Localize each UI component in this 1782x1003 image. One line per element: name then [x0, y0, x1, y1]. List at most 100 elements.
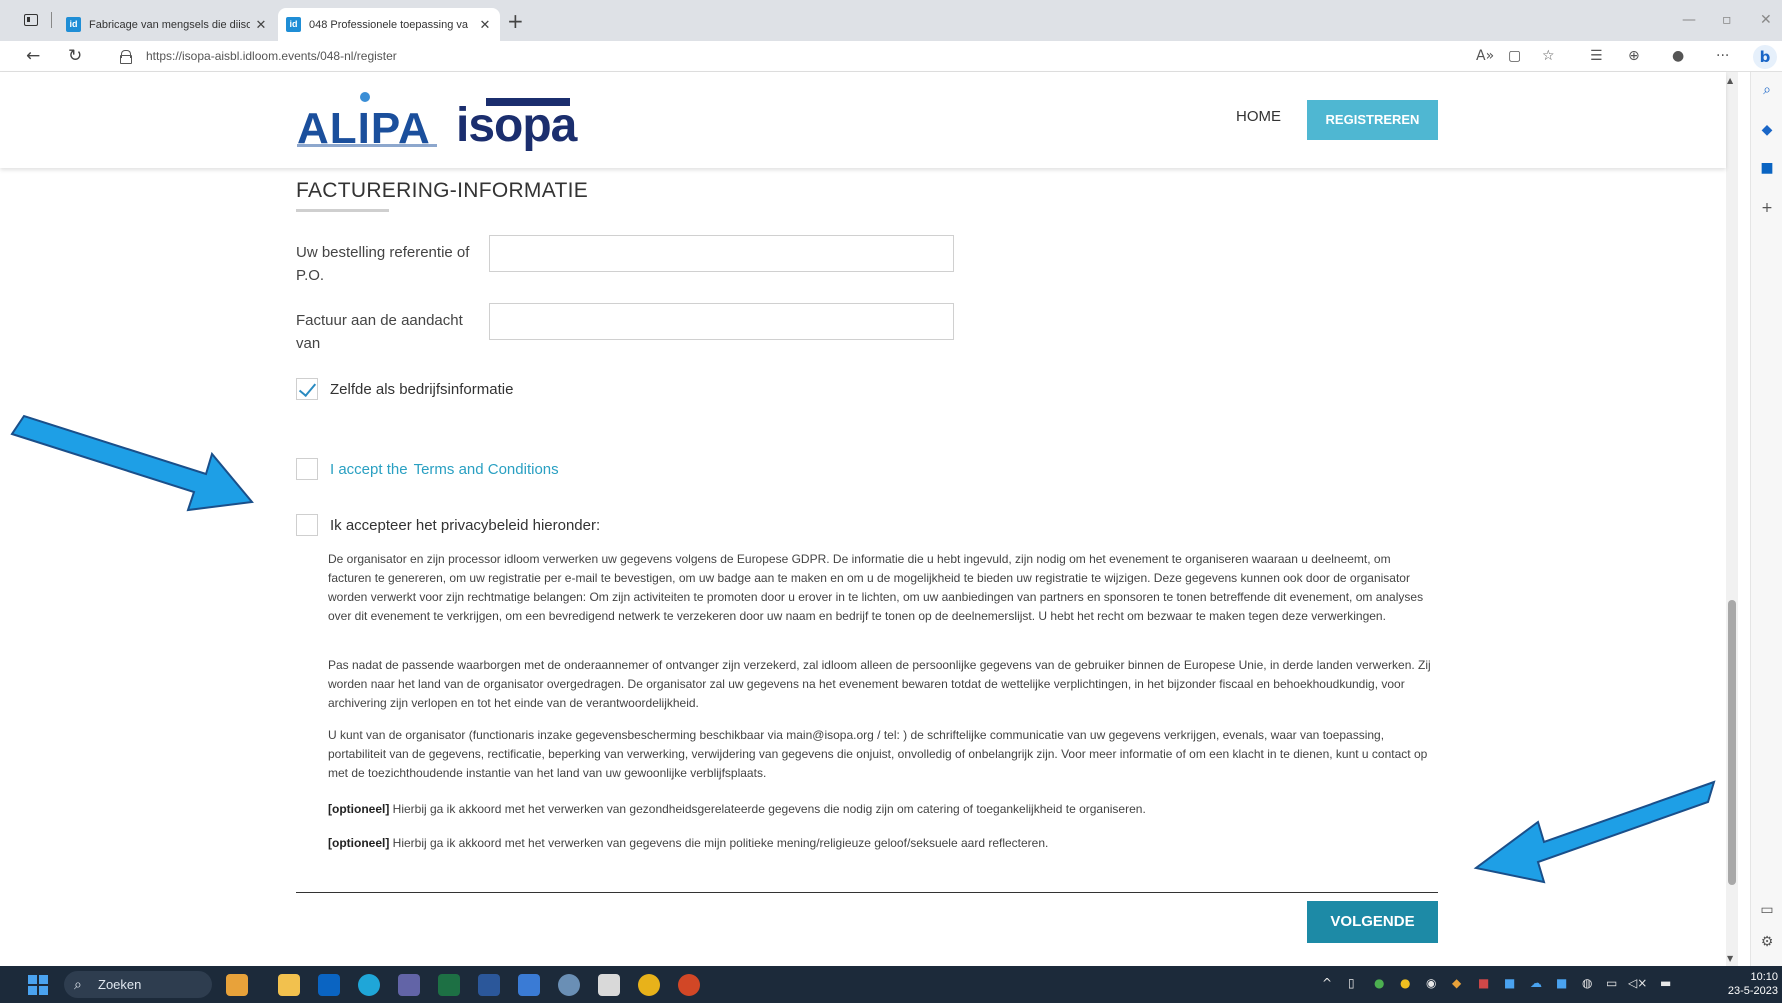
site-header: ALIPA isopa HOME REGISTREREN — [0, 72, 1726, 168]
order-reference-label: Uw bestelling referentie of P.O. — [296, 244, 470, 284]
same-as-company-row[interactable]: Zelfde als bedrijfsinformatie — [296, 378, 513, 400]
nav-register-button[interactable]: REGISTREREN — [1307, 100, 1438, 140]
privacy-paragraph-1: De organisator en zijn processor idloom … — [328, 552, 1424, 623]
app-icon[interactable] — [558, 974, 580, 996]
terms-link[interactable]: Terms and Conditions — [414, 461, 559, 478]
scroll-up-arrow-icon[interactable]: ▲ — [1727, 76, 1733, 85]
discover-icon[interactable]: ◆ — [1751, 122, 1782, 138]
edge-sidebar: ⌕ ◆ ■ + ▭ ⚙ — [1750, 72, 1782, 966]
annotation-arrow-right — [1473, 780, 1716, 884]
bing-chat-icon[interactable]: b — [1753, 45, 1777, 69]
refresh-icon[interactable]: ↻ — [68, 46, 82, 66]
tray-app-icon[interactable]: ■ — [1478, 976, 1489, 990]
form-divider — [296, 892, 1438, 893]
order-reference-input[interactable] — [489, 235, 954, 272]
taskbar-search-placeholder: Zoeken — [98, 977, 142, 992]
privacy-row[interactable]: Ik accepteer het privacybeleid hieronder… — [296, 514, 600, 536]
windows-start-icon[interactable] — [28, 975, 48, 995]
browser-tab-2-active[interactable]: id 048 Professionele toepassing va ✕ — [278, 8, 500, 41]
browser-tab-1[interactable]: id Fabricage van mengsels die diiso ✕ — [58, 8, 276, 41]
chrome-icon[interactable] — [638, 974, 660, 996]
outlook-icon[interactable]: ■ — [1751, 160, 1782, 176]
favorite-star-icon[interactable]: ☆ — [1542, 48, 1555, 64]
terms-prefix: I accept the — [330, 460, 408, 478]
clock-time: 10:10 — [1750, 971, 1778, 983]
same-as-company-checkbox[interactable] — [296, 378, 318, 400]
tray-app-icon[interactable]: ■ — [1504, 976, 1515, 990]
browser-tab-strip: id Fabricage van mengsels die diiso ✕ id… — [0, 0, 1782, 41]
pdf-reader-icon[interactable] — [598, 974, 620, 996]
invoice-attention-label: Factuur aan de aandacht van — [296, 312, 463, 352]
isopa-logo[interactable]: isopa — [456, 98, 577, 153]
settings-icon[interactable]: ⚙ — [1751, 934, 1782, 950]
favorites-icon[interactable]: ☰ — [1590, 48, 1603, 64]
same-as-company-label: Zelfde als bedrijfsinformatie — [330, 380, 514, 398]
word-icon[interactable] — [478, 974, 500, 996]
restore-icon[interactable]: ▫ — [1722, 12, 1732, 28]
registration-form: FACTURERING-INFORMATIE Uw bestelling ref… — [0, 168, 1726, 966]
battery-icon[interactable]: ▬ — [1660, 976, 1671, 990]
volume-icon[interactable]: ◁× — [1628, 976, 1647, 990]
close-window-icon[interactable]: ✕ — [1760, 12, 1772, 28]
tab-title: 048 Professionele toepassing va — [309, 18, 468, 31]
minimize-icon[interactable]: — — [1682, 12, 1696, 28]
powerpoint-icon[interactable] — [678, 974, 700, 996]
new-tab-icon[interactable]: + — [507, 9, 524, 33]
clock-date: 23-5-2023 — [1727, 985, 1778, 997]
privacy-checkbox[interactable] — [296, 514, 318, 536]
invoice-attention-input[interactable] — [489, 303, 954, 340]
system-clock[interactable]: 10:10 23-5-2023 — [1720, 970, 1778, 998]
tray-app-icon[interactable]: ● — [1400, 976, 1410, 990]
alipa-logo-dot — [360, 92, 370, 102]
teams-icon[interactable] — [398, 974, 420, 996]
optional-consent-health: [optioneel] Hierbij ga ik akkoord met he… — [328, 800, 1433, 819]
tab-actions-icon[interactable] — [24, 14, 38, 26]
tab-separator — [51, 12, 52, 28]
search-icon[interactable]: ⌕ — [1751, 82, 1782, 98]
section-title: FACTURERING-INFORMATIE — [296, 179, 589, 202]
read-aloud-icon[interactable]: A» — [1476, 48, 1494, 64]
tray-app-icon[interactable]: ◍ — [1582, 976, 1592, 990]
close-tab-icon[interactable]: ✕ — [254, 17, 268, 33]
taskbar-search[interactable]: ⌕ Zoeken — [64, 971, 212, 998]
optional-consent-political-text: Hierbij ga ik akkoord met het verwerken … — [389, 836, 1049, 850]
terms-checkbox[interactable] — [296, 458, 318, 480]
hide-sidebar-icon[interactable]: ▭ — [1751, 902, 1782, 918]
back-icon[interactable]: ← — [26, 46, 40, 66]
network-icon[interactable]: ▭ — [1606, 976, 1617, 990]
privacy-paragraph-3: U kunt van de organisator (functionaris … — [328, 728, 1428, 780]
optional-tag: [optioneel] — [328, 836, 390, 850]
tray-app-icon[interactable]: ◉ — [1426, 976, 1436, 990]
windows-taskbar: ⌕ Zoeken ^ ▯ ● ● ◉ ◆ ■ ■ ☁ ■ ◍ ▭ ◁× ▬ 10… — [0, 966, 1782, 1003]
onedrive-icon[interactable]: ☁ — [1530, 976, 1542, 990]
profile-icon[interactable]: ● — [1672, 48, 1684, 64]
url-field[interactable]: https://isopa-aisbl.idloom.events/048-nl… — [146, 49, 397, 63]
tab-title: Fabricage van mengsels die diiso — [89, 18, 250, 31]
app-icon[interactable] — [518, 974, 540, 996]
tray-app-icon[interactable]: ◆ — [1452, 976, 1461, 990]
terms-row[interactable]: I accept the Terms and Conditions — [296, 458, 559, 480]
excel-icon[interactable] — [438, 974, 460, 996]
lock-icon[interactable] — [120, 50, 132, 64]
tray-app-icon[interactable]: ● — [1374, 976, 1384, 990]
edge-taskbar-icon[interactable] — [358, 974, 380, 996]
tray-app-icon[interactable]: ▯ — [1348, 976, 1355, 990]
add-sidebar-app-icon[interactable]: + — [1751, 200, 1782, 216]
widgets-icon[interactable] — [226, 974, 248, 996]
file-explorer-icon[interactable] — [278, 974, 300, 996]
next-button[interactable]: VOLGENDE — [1307, 901, 1438, 943]
close-tab-icon[interactable]: ✕ — [478, 17, 492, 33]
tray-app-icon[interactable]: ■ — [1556, 976, 1567, 990]
scrollbar-thumb[interactable] — [1728, 600, 1736, 885]
outlook-taskbar-icon[interactable] — [318, 974, 340, 996]
immersive-reader-icon[interactable]: ▢ — [1508, 48, 1521, 64]
optional-consent-health-text: Hierbij ga ik akkoord met het verwerken … — [389, 802, 1146, 816]
nav-home-link[interactable]: HOME — [1236, 108, 1281, 125]
privacy-label: Ik accepteer het privacybeleid hieronder… — [330, 516, 601, 534]
annotation-arrow-left-shape — [10, 414, 254, 512]
privacy-paragraph-2: Pas nadat de passende waarborgen met de … — [328, 658, 1431, 710]
collections-icon[interactable]: ⊕ — [1628, 48, 1640, 64]
tray-overflow-icon[interactable]: ^ — [1322, 976, 1332, 990]
scroll-down-arrow-icon[interactable]: ▼ — [1727, 954, 1733, 963]
more-menu-icon[interactable]: ··· — [1716, 48, 1729, 64]
